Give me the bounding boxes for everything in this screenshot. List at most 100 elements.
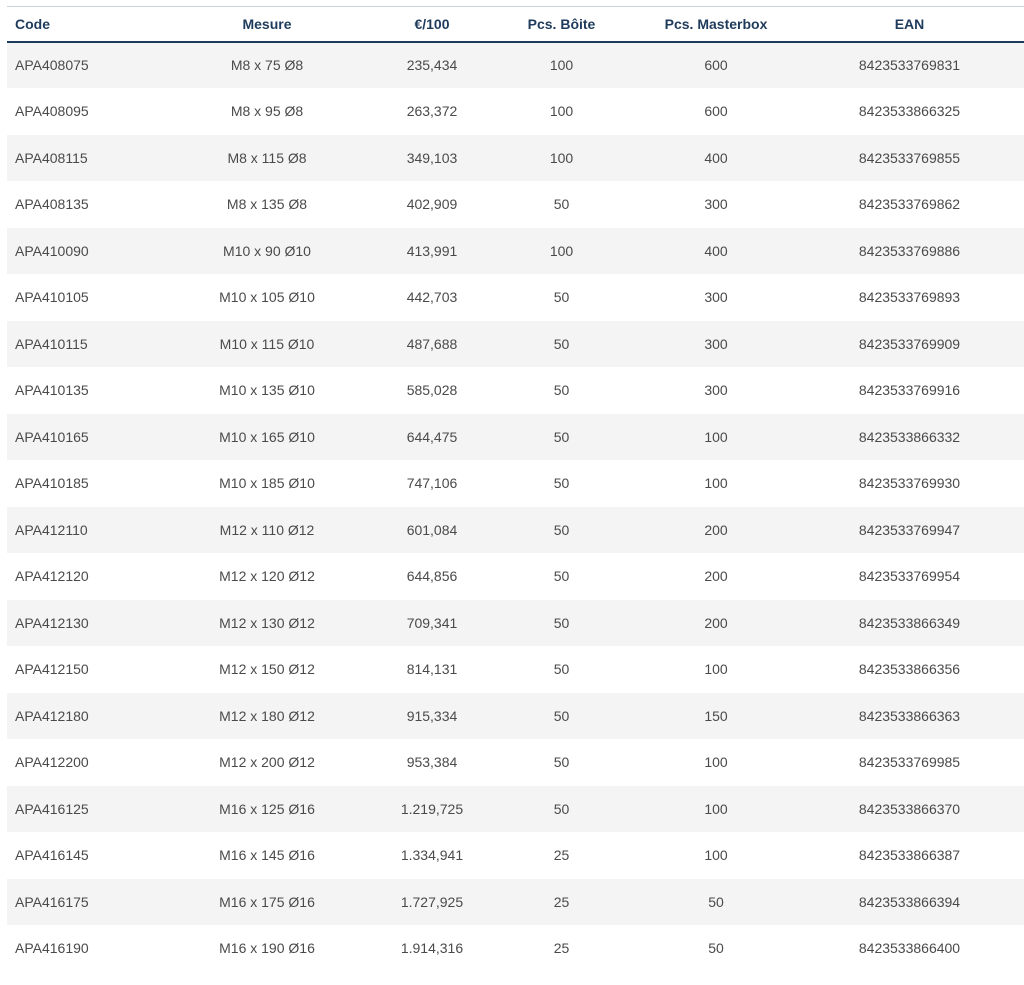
cell-price: 263,372	[406, 103, 458, 120]
cell-mesure: M16 x 145 Ø16	[219, 847, 315, 864]
cell-mesure: M12 x 150 Ø12	[219, 661, 315, 678]
table-row: APA408135 M8 x 135 Ø8 402,909 50 300 84235337…	[7, 181, 1024, 228]
cell-ean: 8423533769855	[858, 149, 961, 166]
cell-code: APA410090	[15, 242, 89, 259]
cell-pcs-boite: 50	[553, 661, 570, 678]
header-pcs-boite: Pcs. Bôite	[527, 15, 596, 32]
table-row: APA408115 M8 x 115 Ø8 349,103 100 400 8423533…	[7, 134, 1024, 181]
table-row: APA416175 M16 x 175 Ø16 1.727,925 25 50 84235…	[7, 878, 1024, 925]
table-row: APA408075 M8 x 75 Ø8 235,434 100 600 84235337…	[7, 41, 1024, 88]
cell-ean: 8423533866332	[858, 428, 961, 445]
cell-mesure: M10 x 105 Ø10	[219, 289, 315, 306]
cell-ean: 8423533866394	[858, 893, 961, 910]
cell-ean: 8423533866356	[858, 661, 961, 678]
cell-mesure: M16 x 190 Ø16	[219, 940, 315, 957]
cell-price: 413,991	[406, 242, 458, 259]
table-row: APA412130 M12 x 130 Ø12 709,341 50 200 842353…	[7, 599, 1024, 646]
cell-price: 1.727,925	[400, 893, 464, 910]
cell-code: APA412120	[15, 568, 89, 585]
cell-pcs-masterbox: 100	[704, 754, 728, 771]
cell-mesure: M10 x 90 Ø10	[223, 242, 311, 259]
cell-price: 709,341	[406, 614, 458, 631]
cell-mesure: M16 x 125 Ø16	[219, 800, 315, 817]
table-row: APA416125 M16 x 125 Ø16 1.219,725 50 100 8423…	[7, 785, 1024, 832]
cell-ean: 8423533769985	[858, 754, 961, 771]
cell-mesure: M12 x 110 Ø12	[219, 521, 315, 538]
cell-ean: 8423533866370	[858, 800, 961, 817]
cell-price: 349,103	[406, 149, 458, 166]
cell-mesure: M10 x 185 Ø10	[219, 475, 315, 492]
cell-ean: 8423533866349	[858, 614, 961, 631]
table-row: APA416145 M16 x 145 Ø16 1.334,941 25 100 8423…	[7, 832, 1024, 879]
cell-pcs-masterbox: 50	[708, 893, 724, 910]
cell-mesure: M8 x 115 Ø8	[227, 149, 307, 166]
cell-price: 487,688	[406, 335, 458, 352]
cell-pcs-boite: 25	[553, 847, 570, 864]
cell-code: APA416145	[15, 847, 89, 864]
cell-ean: 8423533866325	[858, 103, 961, 120]
cell-code: APA408095	[15, 103, 89, 120]
cell-pcs-masterbox: 300	[704, 382, 728, 399]
cell-price: 585,028	[406, 382, 458, 399]
header-code: Code	[15, 15, 50, 32]
table-row: APA410090 M10 x 90 Ø10 413,991 100 400 842353…	[7, 227, 1024, 274]
cell-mesure: M12 x 120 Ø12	[219, 568, 315, 585]
cell-ean: 8423533866400	[858, 940, 961, 957]
cell-pcs-boite: 50	[553, 614, 570, 631]
cell-ean: 8423533769947	[858, 521, 961, 538]
cell-pcs-boite: 100	[549, 103, 574, 120]
cell-pcs-boite: 100	[549, 242, 574, 259]
table-row: APA412120 M12 x 120 Ø12 644,856 50 200 842353…	[7, 553, 1024, 600]
cell-pcs-boite: 50	[553, 521, 570, 538]
cell-code: APA410185	[15, 475, 89, 492]
cell-code: APA410135	[15, 382, 89, 399]
cell-ean: 8423533769893	[858, 289, 961, 306]
cell-price: 1.334,941	[400, 847, 464, 864]
header-row: Code Mesure €/100 Pcs. Bôite Pcs. Master…	[7, 6, 1024, 42]
cell-ean: 8423533769886	[858, 242, 961, 259]
cell-price: 915,334	[406, 707, 458, 724]
cell-mesure: M8 x 135 Ø8	[226, 196, 308, 213]
cell-price: 442,703	[406, 289, 458, 306]
cell-pcs-boite: 50	[553, 196, 570, 213]
cell-pcs-masterbox: 300	[704, 289, 728, 306]
header-ean: EAN	[894, 15, 925, 32]
cell-pcs-boite: 100	[549, 149, 574, 166]
table-body: APA408075 M8 x 75 Ø8 235,434 100 600 84235337…	[7, 41, 1024, 972]
cell-code: APA408075	[15, 57, 89, 74]
cell-pcs-boite: 50	[553, 800, 570, 817]
cell-mesure: M8 x 75 Ø8	[230, 57, 304, 74]
cell-ean: 8423533769954	[858, 568, 961, 585]
header-mesure: Mesure	[242, 15, 292, 32]
cell-code: APA408135	[15, 196, 89, 213]
cell-pcs-masterbox: 50	[708, 940, 724, 957]
cell-pcs-boite: 50	[553, 475, 570, 492]
cell-price: 747,106	[406, 475, 458, 492]
cell-mesure: M12 x 180 Ø12	[219, 707, 315, 724]
cell-code: APA412180	[15, 707, 89, 724]
table-row: APA412200 M12 x 200 Ø12 953,384 50 100 842353…	[7, 739, 1024, 786]
cell-pcs-masterbox: 100	[704, 661, 728, 678]
cell-pcs-masterbox: 100	[704, 847, 728, 864]
table-row: APA408095 M8 x 95 Ø8 263,372 100 600 84235338…	[7, 88, 1024, 135]
cell-code: APA412200	[15, 754, 89, 771]
header-price: €/100	[414, 15, 450, 32]
cell-code: APA410165	[15, 428, 89, 445]
cell-code: APA412110	[15, 521, 88, 538]
cell-price: 1.914,316	[400, 940, 464, 957]
cell-pcs-masterbox: 300	[704, 196, 728, 213]
cell-mesure: M8 x 95 Ø8	[230, 103, 304, 120]
table-row: APA410115 M10 x 115 Ø10 487,688 50 300 842353…	[7, 320, 1024, 367]
cell-code: APA412150	[15, 661, 89, 678]
cell-price: 402,909	[406, 196, 458, 213]
header-pcs-masterbox: Pcs. Masterbox	[664, 15, 768, 32]
cell-ean: 8423533769930	[858, 475, 961, 492]
table-row: APA412110 M12 x 110 Ø12 601,084 50 200 842353…	[7, 506, 1024, 553]
cell-mesure: M10 x 135 Ø10	[219, 382, 315, 399]
cell-ean: 8423533769909	[858, 335, 961, 352]
cell-mesure: M10 x 115 Ø10	[219, 335, 315, 352]
cell-pcs-boite: 50	[553, 754, 570, 771]
table-row: APA416190 M16 x 190 Ø16 1.914,316 25 50 84235…	[7, 925, 1024, 972]
cell-pcs-boite: 50	[553, 289, 570, 306]
table-row: APA412150 M12 x 150 Ø12 814,131 50 100 842353…	[7, 646, 1024, 693]
